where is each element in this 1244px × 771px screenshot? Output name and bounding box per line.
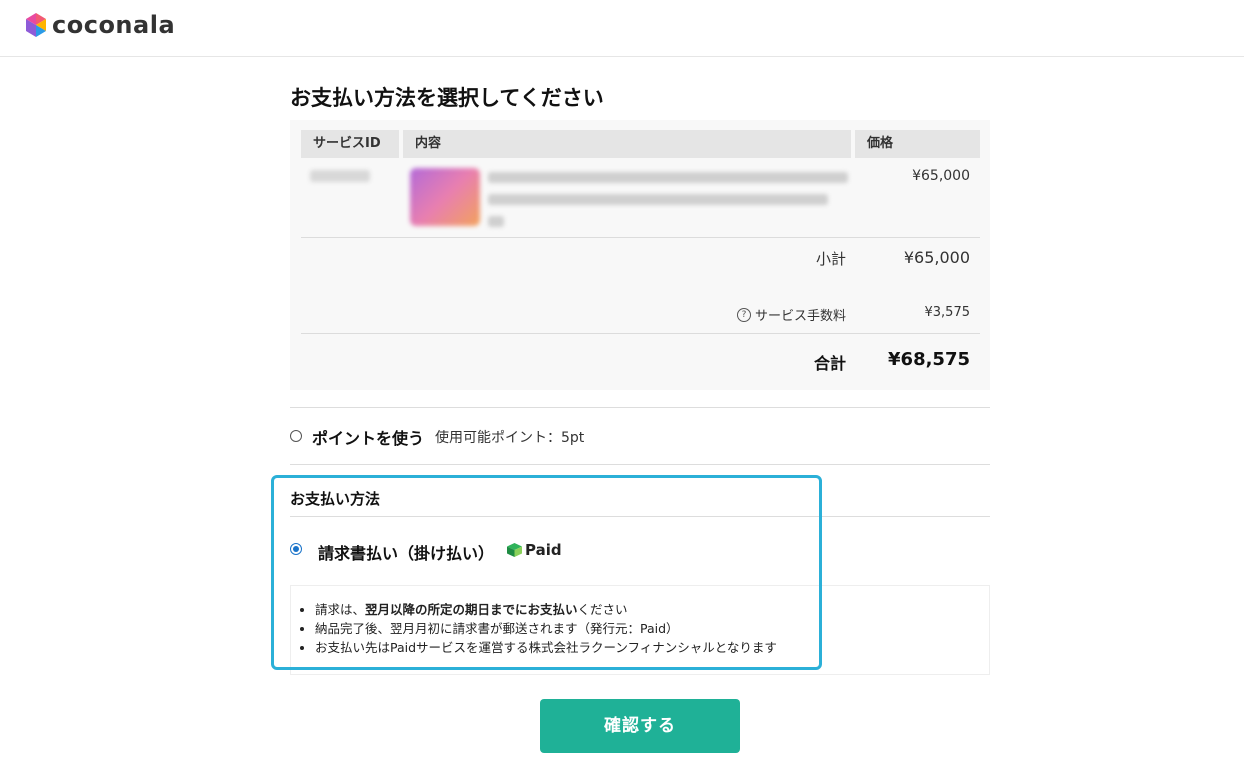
total-label: 合計 xyxy=(813,354,846,373)
coconala-logo-icon xyxy=(26,13,46,37)
use-points-radio[interactable] xyxy=(290,430,302,442)
service-title-redacted xyxy=(488,216,504,227)
brand-name: coconala xyxy=(52,11,176,39)
service-fee-value: ¥3,575 xyxy=(924,305,971,320)
help-icon[interactable]: ? xyxy=(736,307,751,322)
top-header: coconala xyxy=(0,0,1244,57)
subtotal-value: ¥65,000 xyxy=(903,248,970,267)
confirm-button[interactable]: 確認する xyxy=(540,699,740,753)
divider xyxy=(301,333,980,334)
service-title-redacted xyxy=(488,194,828,205)
service-fee-label: ? サービス手数料 xyxy=(736,305,846,324)
subtotal-label: 小計 xyxy=(815,250,846,268)
column-header-service-id: サービスID xyxy=(301,130,399,158)
service-fee-text: サービス手数料 xyxy=(754,309,846,324)
column-header-content: 内容 xyxy=(403,130,851,158)
table-header: サービスID 内容 価格 xyxy=(301,130,980,158)
divider xyxy=(290,464,990,465)
column-header-price: 価格 xyxy=(855,130,980,158)
divider xyxy=(301,237,980,238)
coconala-logo[interactable]: coconala xyxy=(24,12,175,38)
service-id-redacted xyxy=(310,170,370,182)
total-value: ¥68,575 xyxy=(888,349,970,370)
order-summary: サービスID 内容 価格 ¥65,000 小計 ¥65,000 ? サービス手数… xyxy=(290,120,990,390)
divider xyxy=(290,407,990,408)
page-title: お支払い方法を選択してください xyxy=(290,86,604,110)
service-thumbnail xyxy=(410,168,480,226)
service-title-redacted xyxy=(488,172,848,183)
available-points: 使用可能ポイント：5pt xyxy=(435,430,585,446)
payment-method-highlight xyxy=(271,475,822,670)
item-price: ¥65,000 xyxy=(912,168,970,184)
use-points-label[interactable]: ポイントを使う xyxy=(312,425,424,449)
